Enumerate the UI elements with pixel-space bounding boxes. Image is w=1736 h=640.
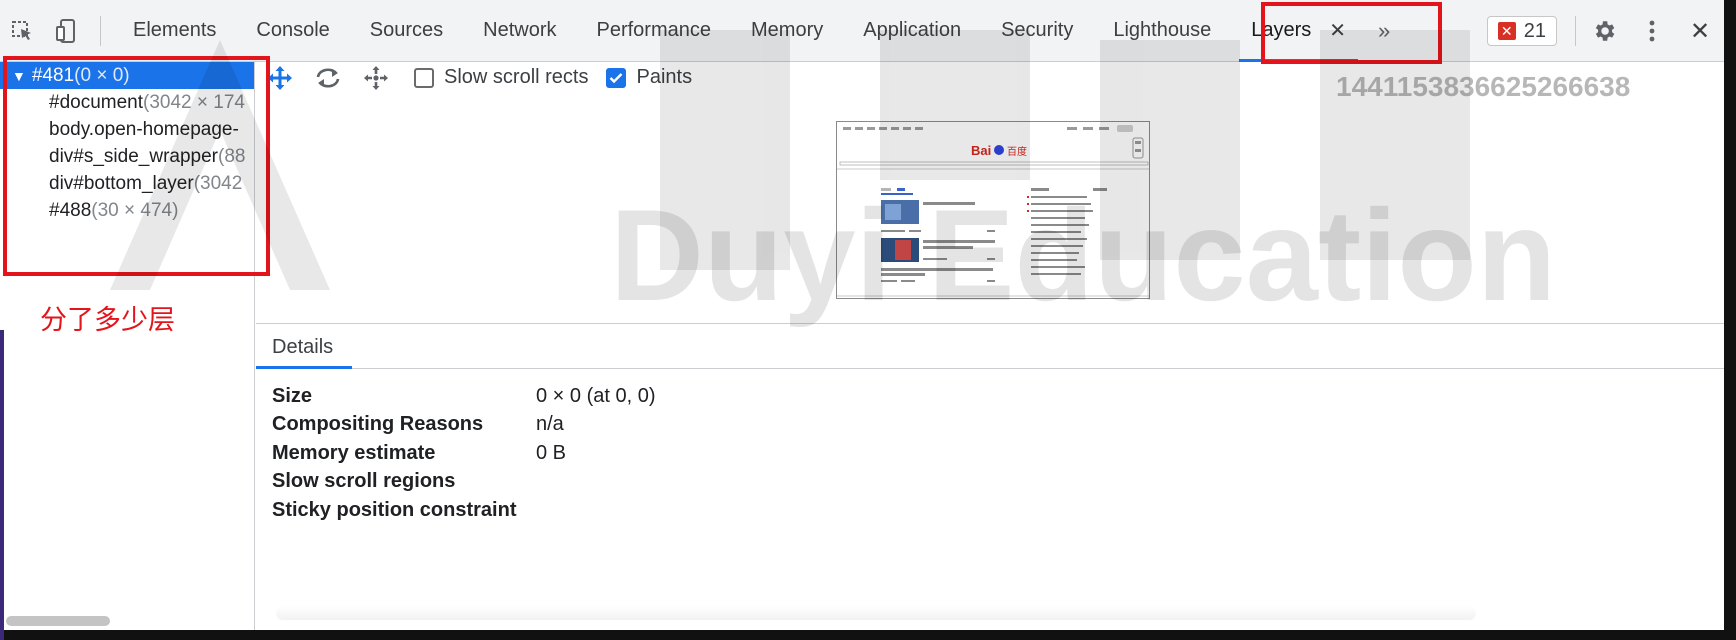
details-row-label: Compositing Reasons [272, 412, 484, 435]
tabs-container: Elements Console Sources Network Performance… [113, 0, 1366, 62]
inspect-element-icon[interactable] [0, 0, 44, 62]
tab-bar-right-controls: ✕ 21 ✕ [1486, 0, 1724, 62]
details-tab-underline [256, 366, 352, 369]
error-count-badge[interactable]: ✕ 21 [1486, 16, 1557, 46]
tab-label: Performance [596, 19, 712, 41]
devtools-tab-bar: Elements Console Sources Network Performance… [0, 0, 1724, 62]
details-row: Slow scroll regions [272, 466, 536, 496]
details-row-label: Slow scroll regions [272, 469, 456, 492]
details-row-label: Size [272, 384, 313, 407]
tab-label: Network [483, 19, 557, 41]
details-row: Memory estimate 0 B [272, 438, 566, 468]
tab-elements[interactable]: Elements [113, 0, 236, 62]
tab-label: Sources [369, 19, 444, 41]
page-layer-thumbnail[interactable]: Bai 百度 [836, 121, 1150, 299]
paints-label: Paints [636, 66, 693, 88]
device-toolbar-icon[interactable] [44, 0, 88, 62]
layers-tab-highlight [1261, 2, 1442, 64]
tab-network[interactable]: Network [463, 0, 576, 62]
tab-memory[interactable]: Memory [731, 0, 843, 62]
tab-label: Elements [133, 19, 217, 41]
details-row-label: Memory estimate [272, 441, 436, 464]
layer-tree-highlight [3, 56, 270, 276]
slow-scroll-rects-checkbox[interactable]: Slow scroll rects [414, 66, 588, 89]
details-panel: Details Size 0 × 0 (at 0, 0) Compositing R… [256, 323, 1724, 630]
tab-label: Lighthouse [1113, 19, 1212, 41]
tab-performance[interactable]: Performance [577, 0, 732, 62]
tab-application[interactable]: Application [843, 0, 981, 62]
tab-label: Console [256, 19, 330, 41]
details-row-label: Sticky position constraint [272, 498, 517, 521]
error-count: 21 [1523, 19, 1546, 42]
rotate-mode-icon[interactable] [304, 62, 352, 93]
thumbnail-logo-right: 百度 [1007, 145, 1027, 158]
tab-console[interactable]: Console [236, 0, 349, 62]
tab-sources[interactable]: Sources [350, 0, 463, 62]
slow-scroll-rects-label: Slow scroll rects [444, 66, 589, 88]
details-row-value: 0 B [536, 441, 567, 464]
paints-checkbox[interactable]: Paints [606, 66, 692, 89]
details-row: Sticky position constraint [272, 495, 536, 525]
details-row: Size 0 × 0 (at 0, 0) [272, 381, 656, 411]
devtools-window: Elements Console Sources Network Performance… [0, 0, 1724, 630]
tab-label: Application [863, 19, 962, 41]
gear-icon[interactable] [1580, 0, 1628, 62]
paints-checkbox-box[interactable] [606, 67, 627, 88]
details-tab-bar: Details [256, 324, 1724, 369]
slow-scroll-rects-checkbox-box[interactable] [414, 67, 434, 88]
tab-label: Security [1001, 19, 1074, 41]
details-scroll-shadow [276, 606, 1476, 620]
kebab-menu-icon[interactable] [1628, 0, 1676, 62]
tree-horizontal-scrollbar[interactable] [6, 616, 110, 626]
details-row-value: 0 × 0 (at 0, 0) [536, 384, 656, 407]
window-edge [0, 330, 4, 640]
thumbnail-logo-left: Bai [971, 143, 991, 158]
details-row-value: n/a [536, 412, 564, 435]
reset-view-icon[interactable] [352, 62, 400, 93]
tab-lighthouse[interactable]: Lighthouse [1093, 0, 1231, 62]
toolbar-separator [100, 15, 101, 46]
layers-toolbar: Slow scroll rects Paints [256, 62, 1724, 93]
close-devtools-icon[interactable]: ✕ [1676, 0, 1724, 62]
tab-security[interactable]: Security [981, 0, 1093, 62]
tab-details[interactable]: Details [272, 336, 333, 359]
toolbar-separator [1575, 16, 1576, 46]
details-row: Compositing Reasons n/a [272, 409, 564, 439]
layers-3d-view[interactable]: Bai 百度 [256, 93, 1724, 323]
error-icon: ✕ [1497, 22, 1516, 40]
tab-label: Memory [751, 19, 824, 41]
layer-count-annotation: 分了多少层 [40, 305, 175, 335]
